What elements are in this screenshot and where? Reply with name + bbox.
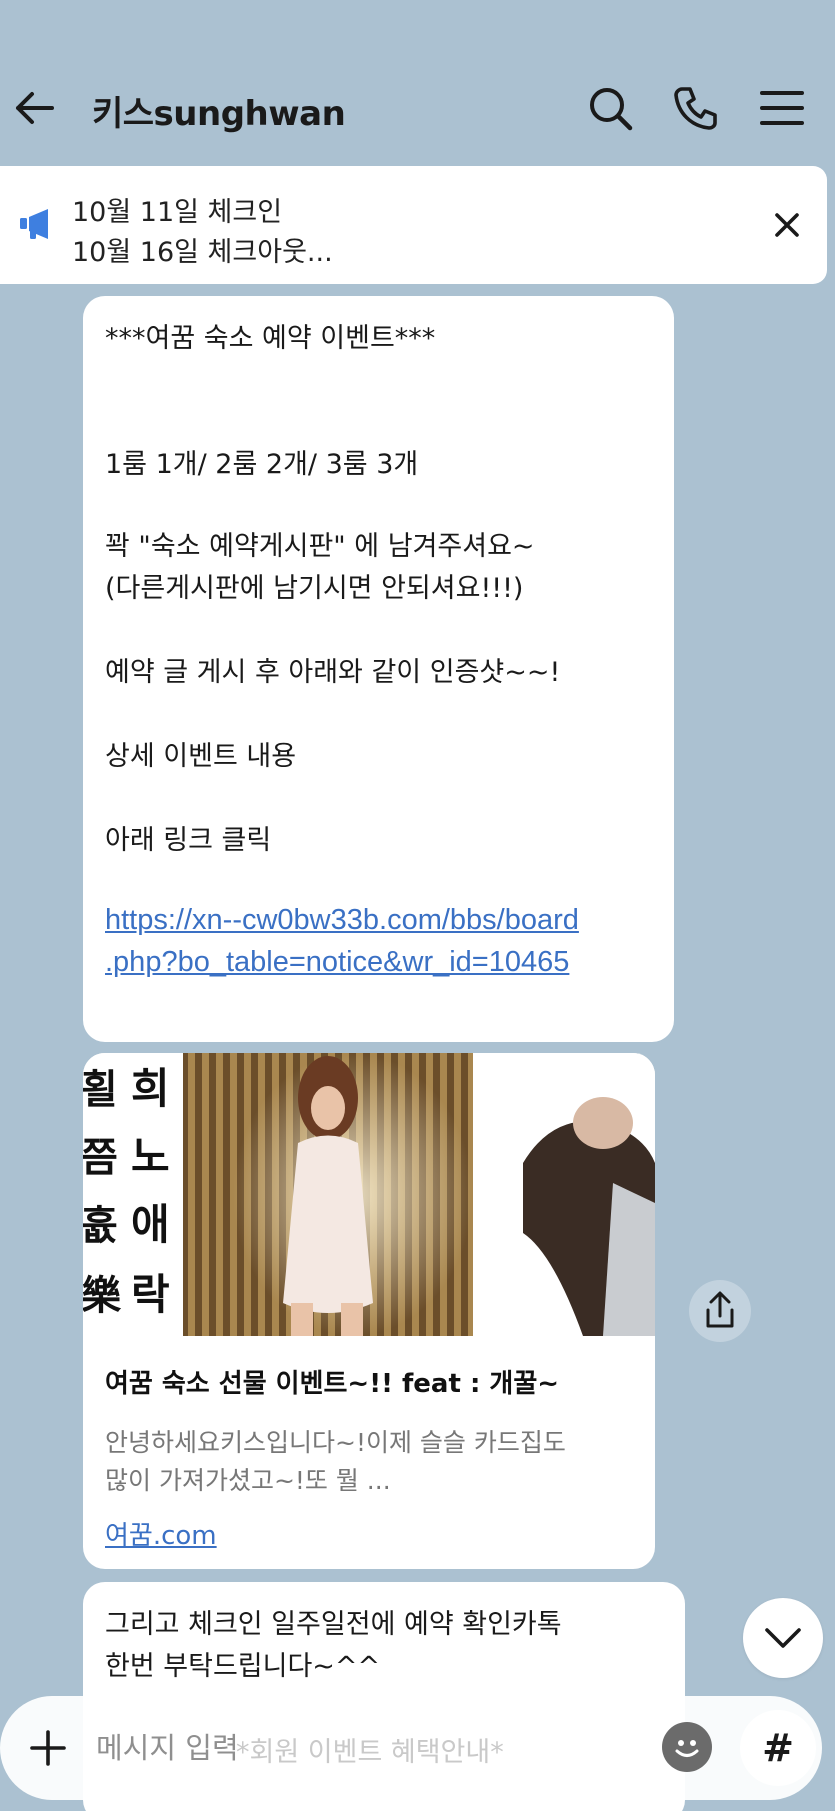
- phone-icon[interactable]: [672, 84, 720, 132]
- emoji-icon: [675, 1740, 699, 1757]
- scroll-to-bottom-button[interactable]: [743, 1598, 823, 1678]
- notice-line-1: 10월 11일 체크인: [72, 197, 283, 228]
- event-link-cont[interactable]: .php?bo_table=notice&wr_id=10465: [105, 946, 569, 979]
- message-text: 1룸 1개/ 2룸 2개/ 3룸 3개: [105, 449, 419, 480]
- message-text: 상세 이벤트 내용: [105, 741, 297, 772]
- message-input-bar: *회원 이벤트 혜택안내* #: [0, 1696, 835, 1811]
- svg-text:흆: 흆: [83, 1202, 118, 1249]
- message-text: 꽉 "숙소 예약게시판" 에 남겨주셔요~: [105, 531, 535, 562]
- message-input[interactable]: [96, 1724, 636, 1772]
- preview-domain-link[interactable]: 여꿈.com: [105, 1515, 217, 1552]
- svg-text:노: 노: [131, 1132, 170, 1181]
- pinned-notice[interactable]: 10월 11일 체크인 10월 16일 체크아웃...: [0, 166, 827, 284]
- preview-description-cont: 많이 가져가셨고~!또 뭘 ...: [105, 1466, 391, 1495]
- svg-text:락: 락: [131, 1270, 170, 1319]
- svg-text:쯤: 쯤: [83, 1134, 118, 1181]
- preview-title: 여꿈 숙소 선물 이벤트~!! feat : 개꿀~: [105, 1369, 560, 1399]
- image-glyph: 횔: [83, 1066, 118, 1113]
- emoji-button[interactable]: [662, 1722, 712, 1772]
- search-icon[interactable]: [586, 84, 634, 132]
- menu-icon[interactable]: [758, 84, 806, 132]
- svg-text:樂: 樂: [83, 1272, 122, 1319]
- plus-icon[interactable]: [26, 1726, 70, 1770]
- preview-description: 안녕하세요키스입니다~!이제 슬슬 카드집도: [105, 1428, 566, 1457]
- message-text: 한번 부탁드립니다~^^: [105, 1651, 381, 1682]
- hashtag-button[interactable]: #: [740, 1710, 816, 1786]
- message-text: 예약 글 게시 후 아래와 같이 인증샷~~!: [105, 657, 561, 688]
- chat-title: 키스sunghwan: [92, 94, 346, 134]
- message-bubble-event: ***여꿈 숙소 예약 이벤트*** 1룸 1개/ 2룸 2개/ 3룸 3개 꽉…: [83, 296, 674, 1042]
- preview-image: 횔 쯤 흆 樂 희 노 애 락: [83, 1053, 655, 1336]
- chevron-down-icon: [765, 1628, 801, 1648]
- svg-text:희: 희: [131, 1064, 170, 1113]
- share-icon: [706, 1291, 734, 1328]
- message-text: 아래 링크 클릭: [105, 825, 272, 856]
- notice-line-2: 10월 16일 체크아웃...: [72, 237, 333, 268]
- back-arrow-icon[interactable]: [12, 86, 56, 130]
- message-text: 그리고 체크인 일주일전에 예약 확인카톡: [105, 1609, 562, 1640]
- megaphone-icon: [20, 209, 48, 239]
- chat-header: 키스sunghwan: [0, 60, 835, 156]
- share-button[interactable]: [689, 1280, 751, 1342]
- message-text: ***여꿈 숙소 예약 이벤트***: [105, 323, 436, 354]
- message-text: (다른게시판에 남기시면 안되셔요!!!): [105, 573, 524, 604]
- svg-text:애: 애: [131, 1200, 170, 1249]
- close-icon[interactable]: [768, 206, 806, 244]
- link-preview-card[interactable]: 횔 쯤 흆 樂 희 노 애 락 여꿈 숙소 선물 이벤트~!! feat : 개…: [83, 1053, 655, 1569]
- event-link[interactable]: https://xn--cw0bw33b.com/bbs/board: [105, 904, 579, 937]
